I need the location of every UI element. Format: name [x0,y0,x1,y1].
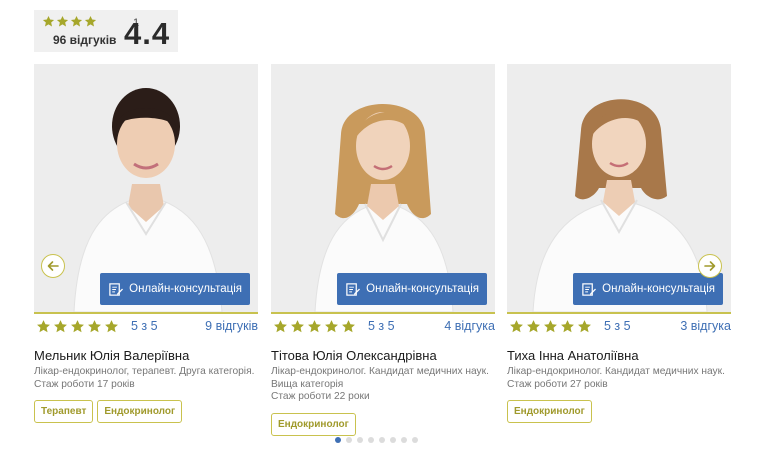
doctor-reviews-link[interactable]: 9 відгуків [205,319,258,333]
doctor-photo[interactable]: Онлайн-консультація [271,64,495,312]
doctor-stars [509,319,592,334]
edit-document-icon [581,282,597,297]
divider [507,312,731,314]
star-icon [70,319,85,334]
online-consultation-label: Онлайн-консультація [129,283,242,295]
star-icon [324,319,339,334]
star-icon [526,319,541,334]
doctor-stars [36,319,119,334]
doctor-card[interactable]: Онлайн-консультація 5 з 5 9 відгуків Мел… [34,64,260,423]
specialty-tag[interactable]: Терапевт [34,400,94,423]
doctor-name[interactable]: Тиха Інна Анатоліївна [507,348,733,363]
star-icon [577,319,592,334]
doctor-rating-row: 5 з 5 4 відгука [271,315,497,337]
star-icon [84,15,97,28]
pagination-dot[interactable] [346,437,352,443]
divider [34,312,258,314]
pagination-dot[interactable] [368,437,374,443]
doctor-name[interactable]: Тітова Юлія Олександрівна [271,348,497,363]
doctor-description-line: Вища категорія [271,378,344,390]
online-consultation-label: Онлайн-консультація [366,283,479,295]
star-icon [273,319,288,334]
doctors-carousel: Онлайн-консультація 5 з 5 9 відгуків Мел… [0,64,768,454]
summary-score: 4.4 [124,16,171,51]
doctor-reviews-link[interactable]: 3 відгука [680,319,731,333]
edit-document-icon [345,282,361,297]
specialty-tag[interactable]: Ендокринолог [507,400,592,423]
star-icon [42,15,55,28]
doctor-name[interactable]: Мельник Юлія Валеріївна [34,348,260,363]
summary-stars [42,15,97,28]
doctor-description: Лікар-ендокринолог, терапевт. Друга кате… [34,366,260,391]
doctor-stars [273,319,356,334]
doctor-tags: Ендокринолог [271,412,497,436]
doctor-reviews-link[interactable]: 4 відгука [444,319,495,333]
doctor-tags: Терапевт Ендокринолог [34,400,260,423]
pagination-dot[interactable] [412,437,418,443]
doctor-rating-row: 5 з 5 9 відгуків [34,315,260,337]
arrow-right-icon [704,261,716,271]
star-icon [307,319,322,334]
summary-reviews-count: 96 відгуків [53,33,117,47]
specialty-tag[interactable]: Ендокринолог [97,400,183,423]
doctor-rating-score: 5 з 5 [368,319,395,333]
star-icon [36,319,51,334]
doctor-rating-score: 5 з 5 [131,319,158,333]
doctor-description: Лікар-ендокринолог. Кандидат медичних на… [271,366,497,404]
online-consultation-button[interactable]: Онлайн-консультація [573,273,723,305]
doctor-description-line: Стаж роботи 17 років [34,378,135,390]
doctor-rating-score: 5 з 5 [604,319,631,333]
pagination-dot[interactable] [379,437,385,443]
star-icon [53,319,68,334]
doctor-photo[interactable]: Онлайн-консультація [507,64,731,312]
star-icon [87,319,102,334]
carousel-prev-button[interactable] [41,254,65,278]
star-icon [341,319,356,334]
doctor-rating-row: 5 з 5 3 відгука [507,315,733,337]
pagination-dot[interactable] [357,437,363,443]
doctor-description-line: Лікар-ендокринолог, терапевт. Друга кате… [34,366,255,377]
online-consultation-label: Онлайн-консультація [602,283,715,295]
pagination-dot[interactable] [335,437,341,443]
star-icon [70,15,83,28]
doctor-description-line: Стаж роботи 27 років [507,378,608,390]
doctor-description-line: Стаж роботи 22 роки [271,391,370,402]
arrow-left-icon [47,261,59,271]
edit-document-icon [108,282,124,297]
divider [271,312,495,314]
doctor-photo[interactable]: Онлайн-консультація [34,64,258,312]
star-icon [560,319,575,334]
doctor-description-line: Лікар-ендокринолог. Кандидат медичних на… [271,366,489,377]
doctor-description-line: Лікар-ендокринолог. Кандидат медичних на… [507,366,725,377]
specialty-tag[interactable]: Ендокринолог [271,412,356,436]
carousel-next-button[interactable] [698,254,722,278]
carousel-pagination [335,437,418,443]
star-icon [509,319,524,334]
pagination-dot[interactable] [390,437,396,443]
star-icon [56,15,69,28]
pagination-dot[interactable] [401,437,407,443]
doctor-card[interactable]: Онлайн-консультація 5 з 5 3 відгука Тиха… [507,64,733,423]
online-consultation-button[interactable]: Онлайн-консультація [337,273,487,305]
star-icon [104,319,119,334]
doctor-card[interactable]: Онлайн-консультація 5 з 5 4 відгука Тіто… [271,64,497,436]
rating-summary: 1 96 відгуків 4.4 [34,10,178,52]
doctor-tags: Ендокринолог [507,400,733,423]
doctor-description: Лікар-ендокринолог. Кандидат медичних на… [507,366,733,391]
online-consultation-button[interactable]: Онлайн-консультація [100,273,250,305]
star-icon [543,319,558,334]
star-icon [290,319,305,334]
